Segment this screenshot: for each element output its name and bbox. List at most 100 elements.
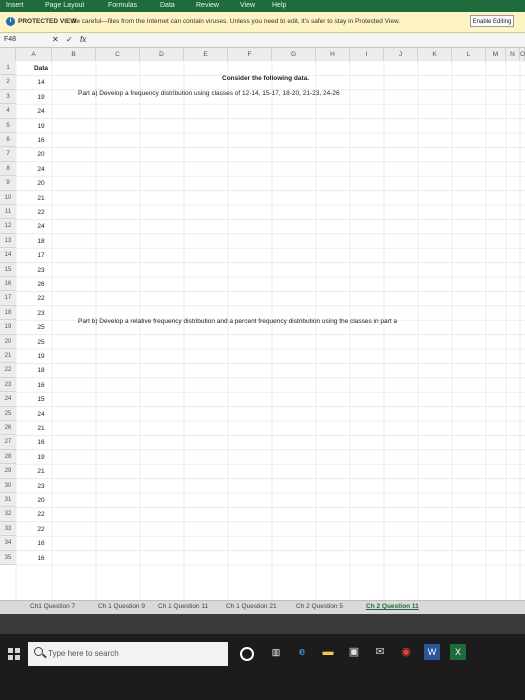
tab-insert[interactable]: Insert [6,2,24,9]
row-header[interactable]: 21 [0,349,16,364]
row-header[interactable]: 2 [0,75,16,90]
column-header[interactable]: A [16,48,52,61]
formula-input[interactable] [96,35,520,46]
row-header[interactable]: 29 [0,464,16,479]
taskbar-search-box[interactable]: Type here to search [28,642,228,666]
tab-data[interactable]: Data [160,2,175,9]
row-header[interactable]: 13 [0,233,16,249]
excel-icon[interactable]: X [450,644,466,660]
part-b-text[interactable]: Part b) Develop a relative frequency dis… [78,318,397,325]
data-cell[interactable]: 22 [30,295,52,302]
row-header[interactable]: 5 [0,118,16,133]
data-cell[interactable]: 26 [30,281,52,288]
column-header[interactable]: C [96,48,140,61]
column-header[interactable]: B [52,48,96,61]
row-header[interactable]: 24 [0,392,16,407]
row-header[interactable]: 34 [0,536,16,551]
row-header[interactable]: 8 [0,161,16,177]
data-cell[interactable]: 23 [30,310,52,317]
data-cell[interactable]: 19 [30,94,52,101]
row-header[interactable]: 3 [0,89,16,105]
column-header[interactable]: I [350,48,384,61]
row-header[interactable]: 12 [0,219,16,234]
sheet-tab[interactable]: Ch 1 Question 11 [158,603,208,610]
data-cell[interactable]: 19 [30,454,52,461]
tab-help[interactable]: Help [272,2,286,9]
row-header[interactable]: 25 [0,406,16,421]
tab-review[interactable]: Review [196,2,219,9]
row-header[interactable]: 27 [0,435,16,450]
chrome-icon[interactable]: ◉ [398,644,414,660]
data-cell[interactable]: 21 [30,468,52,475]
data-cell[interactable]: 24 [30,108,52,115]
row-header[interactable]: 33 [0,521,16,537]
data-cell[interactable]: 16 [30,555,52,562]
row-header[interactable]: 22 [0,363,16,378]
column-header[interactable]: L [452,48,486,61]
data-cell[interactable]: 16 [30,382,52,389]
data-cell[interactable]: 23 [30,483,52,490]
enable-editing-button[interactable]: Enable Editing [470,15,514,27]
enter-icon[interactable]: ✓ [66,35,73,44]
data-cell[interactable]: 25 [30,339,52,346]
name-box[interactable]: F48 [4,35,36,44]
data-cell[interactable]: 21 [30,195,52,202]
column-header[interactable]: M [486,48,506,61]
data-cell[interactable]: 19 [30,353,52,360]
row-header[interactable]: 30 [0,478,16,493]
row-header[interactable]: 10 [0,190,16,205]
windows-start-icon[interactable] [8,648,20,660]
file-explorer-icon[interactable]: ▬ [320,644,336,660]
select-all-corner[interactable] [0,48,16,61]
question-heading[interactable]: Consider the following data. [222,75,309,82]
data-cell[interactable]: 20 [30,151,52,158]
row-header[interactable]: 18 [0,305,16,321]
sheet-tab[interactable]: Ch1 Question 7 [30,603,75,610]
data-cell[interactable]: 24 [30,411,52,418]
column-header[interactable]: H [316,48,350,61]
row-header[interactable]: 6 [0,133,16,148]
row-header[interactable]: 20 [0,334,16,349]
column-header[interactable]: F [228,48,272,61]
row-header[interactable]: 32 [0,507,16,522]
data-cell[interactable]: 23 [30,267,52,274]
data-cell[interactable]: 21 [30,425,52,432]
mail-icon[interactable]: ✉ [372,644,388,660]
column-header[interactable]: G [272,48,316,61]
sheet-tab[interactable]: Ch 2 Question 5 [296,603,343,610]
row-header[interactable]: 19 [0,320,16,335]
column-header[interactable]: N [506,48,520,61]
row-header[interactable]: 31 [0,493,16,508]
row-header[interactable]: 14 [0,248,16,263]
data-cell[interactable]: 24 [30,223,52,230]
row-header[interactable]: 35 [0,550,16,565]
row-header[interactable]: 17 [0,291,16,306]
column-header[interactable]: K [418,48,452,61]
store-icon[interactable]: ▣ [346,644,362,660]
sheet-tab[interactable]: Ch 2 Question 11 [366,603,419,610]
data-cell[interactable]: 18 [30,238,52,245]
data-cell[interactable]: 22 [30,526,52,533]
word-icon[interactable]: W [424,644,440,660]
task-view-icon[interactable]: ▥ [268,644,284,660]
data-cell[interactable]: 20 [30,180,52,187]
sheet-tab[interactable]: Ch 1 Question 9 [98,603,145,610]
data-cell[interactable]: 14 [30,79,52,86]
spreadsheet-grid[interactable]: ABCDEFGHIJKLMNO 1 2 3 4 5 6 7 8 9 10 11 12 13 14 15 16 1… [0,48,525,600]
row-header[interactable]: 11 [0,205,16,220]
row-header[interactable]: 16 [0,277,16,292]
column-header[interactable]: E [184,48,228,61]
data-cell[interactable]: 19 [30,123,52,130]
cancel-icon[interactable]: ✕ [52,35,59,44]
data-cell[interactable]: 24 [30,166,52,173]
row-header[interactable]: 1 [0,61,16,76]
tab-formulas[interactable]: Formulas [108,2,137,9]
data-header-cell[interactable]: Data [30,65,52,72]
row-header[interactable]: 28 [0,449,16,465]
tab-page-layout[interactable]: Page Layout [45,2,84,9]
row-header[interactable]: 9 [0,176,16,191]
row-header[interactable]: 7 [0,147,16,162]
data-cell[interactable]: 17 [30,252,52,259]
part-a-text[interactable]: Part a) Develop a frequency distribution… [78,90,340,97]
row-header[interactable]: 23 [0,377,16,393]
